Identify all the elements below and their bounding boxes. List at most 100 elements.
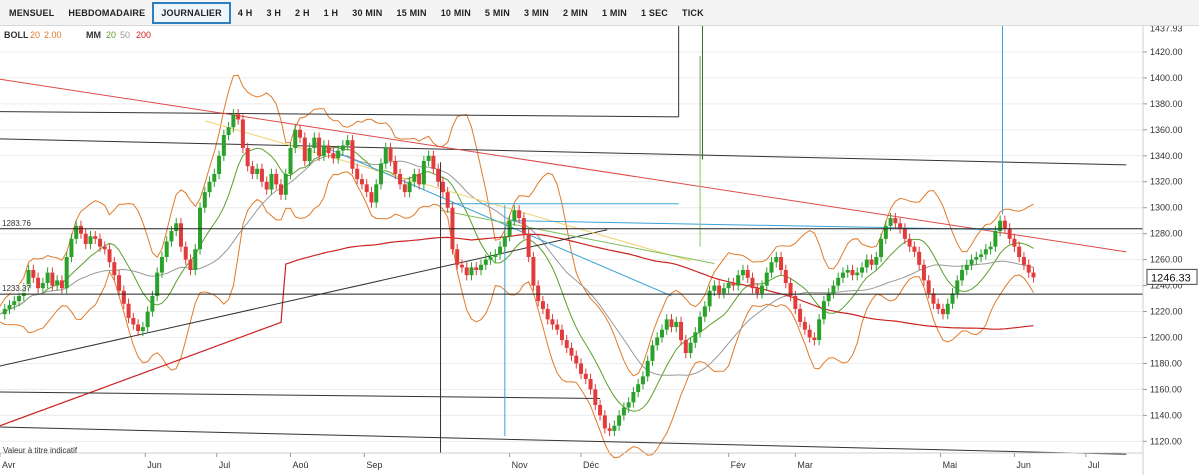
candle-body — [526, 233, 531, 258]
timeframe-tab-2-h[interactable]: 2 H — [288, 2, 317, 24]
candle-body — [345, 140, 350, 146]
candle-body — [702, 306, 707, 317]
timeframe-tab-tick[interactable]: TICK — [675, 2, 711, 24]
candle-body — [264, 181, 269, 190]
x-axis: Avr Jun Jul Aoû Sep Nov Déc Fév Mar Mai Jun Jul — [0, 452, 1143, 470]
candle-body — [569, 347, 574, 356]
candle-body — [50, 272, 55, 286]
y-tick-label: 1220.00 — [1150, 307, 1183, 317]
candle-body — [679, 321, 684, 341]
candle-body — [617, 415, 622, 426]
candle-body — [902, 228, 907, 239]
candle-body — [479, 264, 484, 270]
candle-body — [364, 184, 369, 193]
candle-body — [250, 166, 255, 174]
level-label: 1233.37 — [2, 284, 31, 293]
timeframe-tab-4-h[interactable]: 4 H — [231, 2, 260, 24]
candle-body — [531, 257, 536, 286]
candle-body — [40, 282, 45, 289]
candle-body — [102, 246, 107, 250]
timeframe-tab-10-min[interactable]: 10 MIN — [434, 2, 478, 24]
last-price-label: 1246.33 — [1151, 272, 1191, 284]
candle-body — [626, 402, 631, 408]
candle-body — [512, 210, 517, 221]
candle-body — [69, 238, 74, 258]
candle-body — [502, 236, 507, 247]
candle-body — [893, 218, 898, 224]
x-tick-label: Fév — [731, 460, 747, 470]
candle-body — [93, 236, 98, 239]
candle-body — [688, 342, 693, 354]
candle-body — [317, 137, 322, 156]
candle-body — [864, 259, 869, 268]
timeframe-tab-2-min[interactable]: 2 MIN — [556, 2, 595, 24]
candle-body — [664, 319, 669, 330]
candle-body — [255, 168, 260, 174]
candle-body — [1021, 257, 1026, 265]
footer-note: Valeur à titre indicatif — [3, 446, 78, 455]
level-label: 1283.76 — [2, 219, 31, 228]
candle-body — [550, 319, 555, 325]
timeframe-tab-1-sec[interactable]: 1 SEC — [634, 2, 675, 24]
candle-body — [1007, 228, 1012, 239]
candle-body — [426, 155, 431, 161]
candle-body — [783, 270, 788, 283]
candle-body — [107, 249, 112, 263]
candle-body — [907, 238, 912, 247]
x-tick-label: Jun — [1016, 460, 1031, 470]
candle-body — [750, 277, 755, 289]
candle-body — [412, 173, 417, 182]
candle-body — [140, 327, 145, 331]
x-tick-label: Jul — [1088, 460, 1100, 470]
candle-body — [717, 285, 722, 294]
candle-body — [55, 280, 60, 286]
candle-body — [607, 428, 612, 431]
candle-body — [164, 241, 169, 258]
candle-body — [493, 254, 498, 258]
candle-body — [369, 192, 374, 203]
candle-body — [174, 223, 179, 232]
candle-body — [302, 137, 307, 161]
candle-body — [921, 264, 926, 281]
candle-body — [12, 301, 17, 306]
timeframe-tab-15-min[interactable]: 15 MIN — [389, 2, 433, 24]
candle-body — [540, 301, 545, 309]
candle-body — [417, 173, 422, 185]
y-tick-label: 1320.00 — [1150, 177, 1183, 187]
timeframe-tab-5-min[interactable]: 5 MIN — [478, 2, 517, 24]
candle-body — [755, 288, 760, 294]
timeframe-tab-mensuel[interactable]: MENSUEL — [2, 2, 61, 24]
candle-body — [159, 257, 164, 273]
candle-body — [917, 251, 922, 265]
x-tick-label: Mar — [797, 460, 813, 470]
candle-body — [964, 264, 969, 270]
candle-body — [945, 303, 950, 315]
timeframe-tab-3-h[interactable]: 3 H — [259, 2, 288, 24]
candle-body — [821, 301, 826, 320]
candle-body — [574, 355, 579, 364]
candle-body — [131, 318, 136, 325]
candle-body — [1017, 246, 1022, 258]
candle-body — [36, 277, 41, 289]
candle-body — [798, 308, 803, 322]
timeframe-tab-1-min[interactable]: 1 MIN — [595, 2, 634, 24]
candle-body — [155, 272, 160, 296]
timeframe-tab-hebdomadaire[interactable]: HEBDOMADAIRE — [61, 2, 152, 24]
candle-body — [912, 246, 917, 252]
candle-body — [193, 249, 198, 270]
timeframe-tab-30-min[interactable]: 30 MIN — [345, 2, 389, 24]
timeframe-tab-3-min[interactable]: 3 MIN — [517, 2, 556, 24]
timeframe-tab-journalier[interactable]: JOURNALIER — [152, 1, 231, 24]
candle-body — [731, 282, 736, 286]
candle-body — [555, 324, 560, 330]
candle-body — [293, 129, 298, 148]
candle-body — [979, 254, 984, 258]
candle-body — [612, 425, 617, 431]
candle-body — [588, 379, 593, 390]
y-top-label: 1437.93 — [1150, 26, 1183, 34]
timeframe-tab-1-h[interactable]: 1 H — [317, 2, 346, 24]
candle-body — [78, 225, 83, 234]
candle-body — [898, 223, 903, 229]
candle-body — [950, 293, 955, 304]
candle-body — [321, 145, 326, 156]
